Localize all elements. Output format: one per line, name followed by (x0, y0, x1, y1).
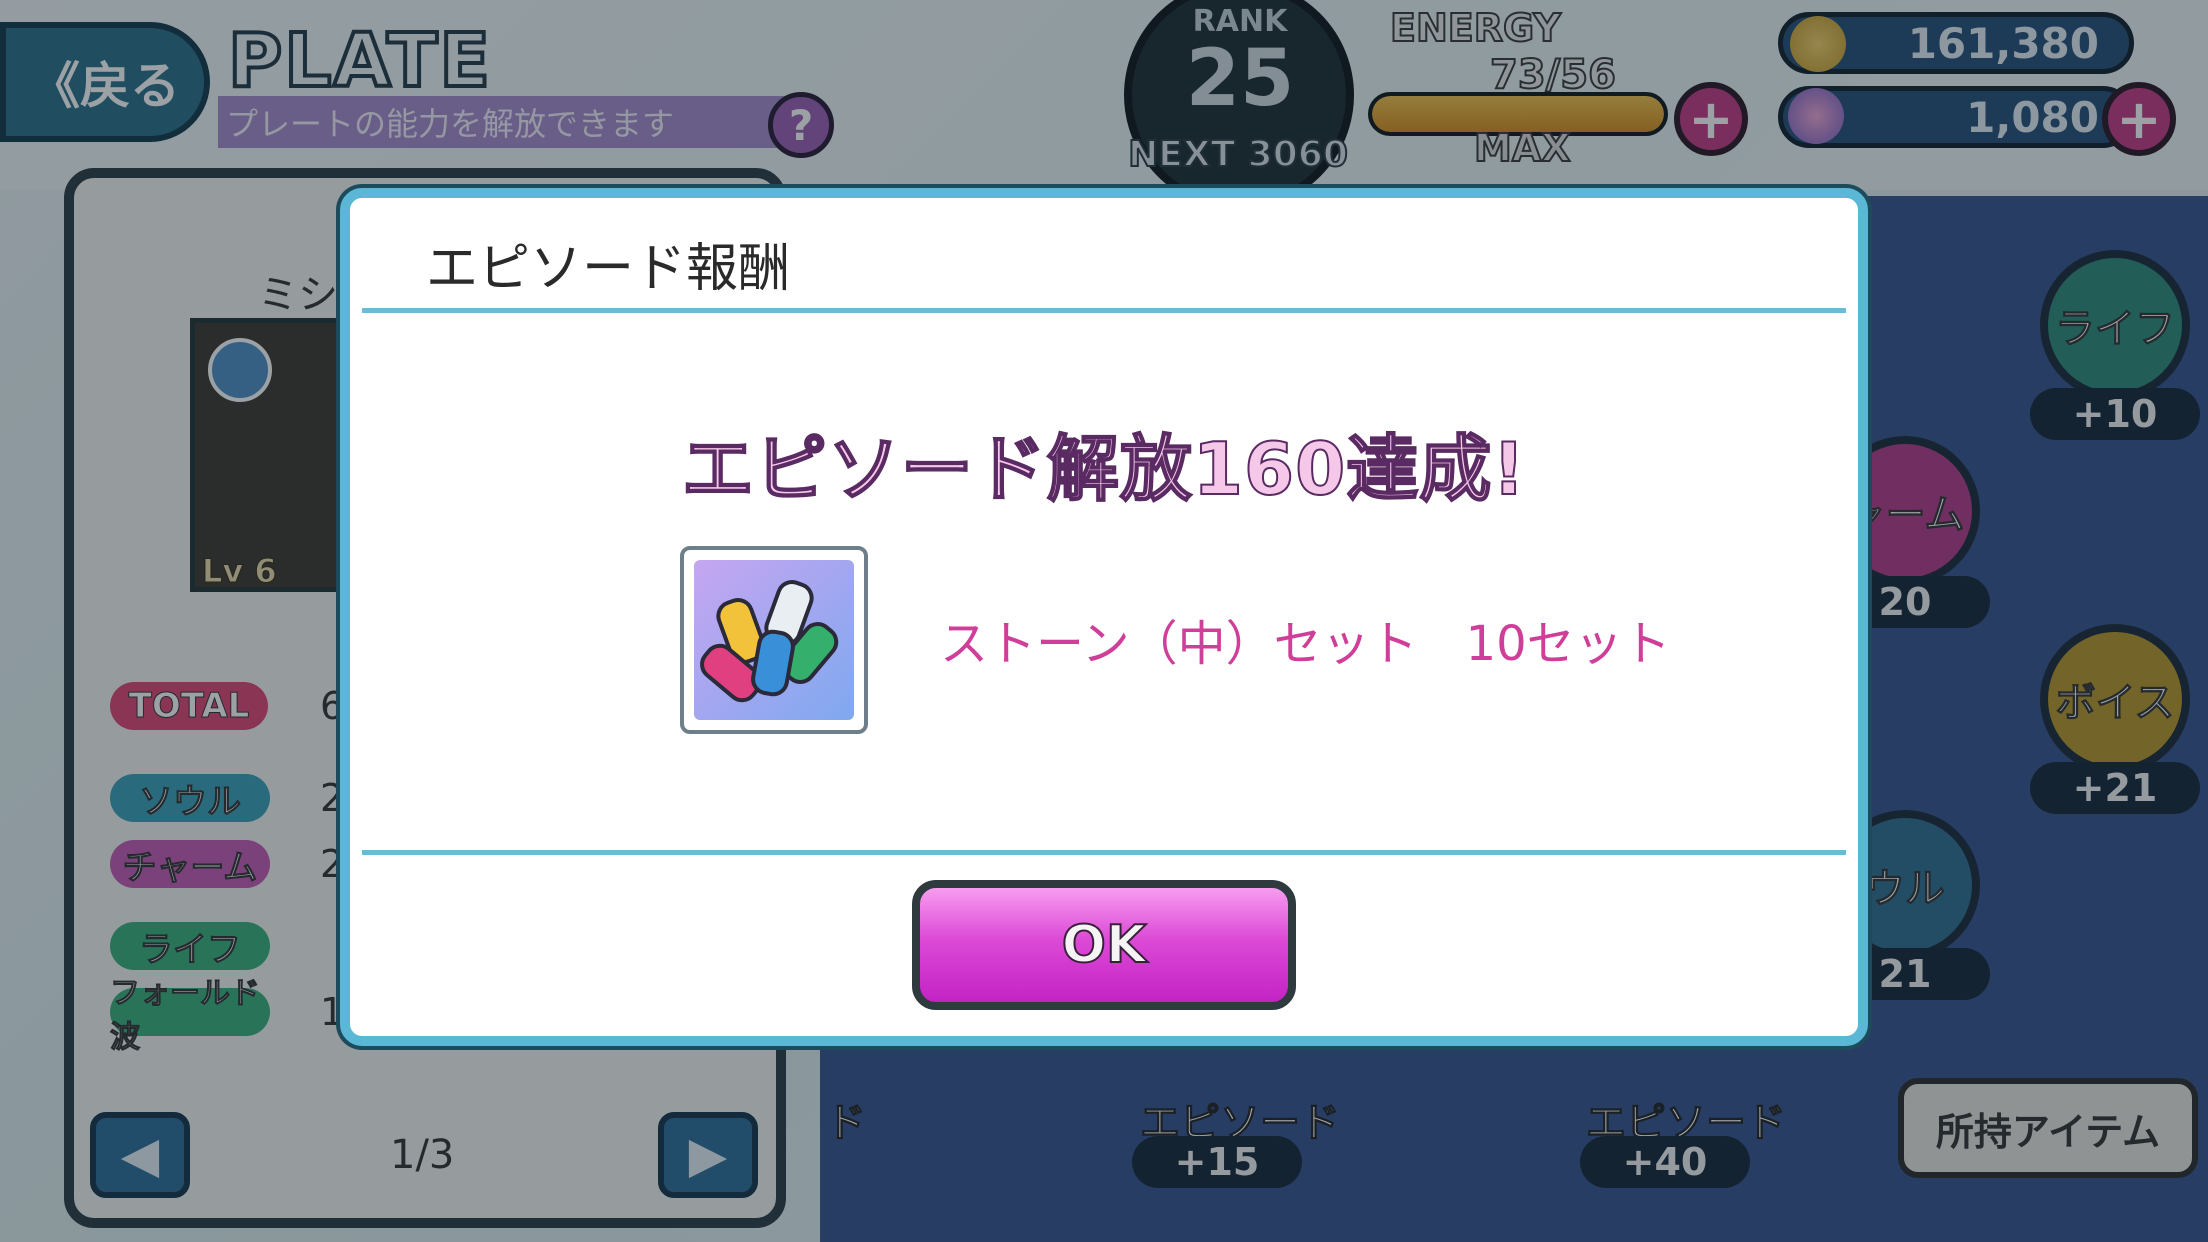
ok-button[interactable]: OK (912, 880, 1296, 1010)
gem-set-graphic (700, 579, 839, 703)
dialog-title: エピソード報酬 (426, 239, 791, 299)
gem-set-icon (694, 560, 854, 720)
reward-description: ストーン（中）セット 10セット (940, 616, 1671, 672)
divider (362, 850, 1846, 855)
divider (362, 308, 1846, 313)
achievement-text: エピソード解放160達成! (681, 426, 1527, 512)
